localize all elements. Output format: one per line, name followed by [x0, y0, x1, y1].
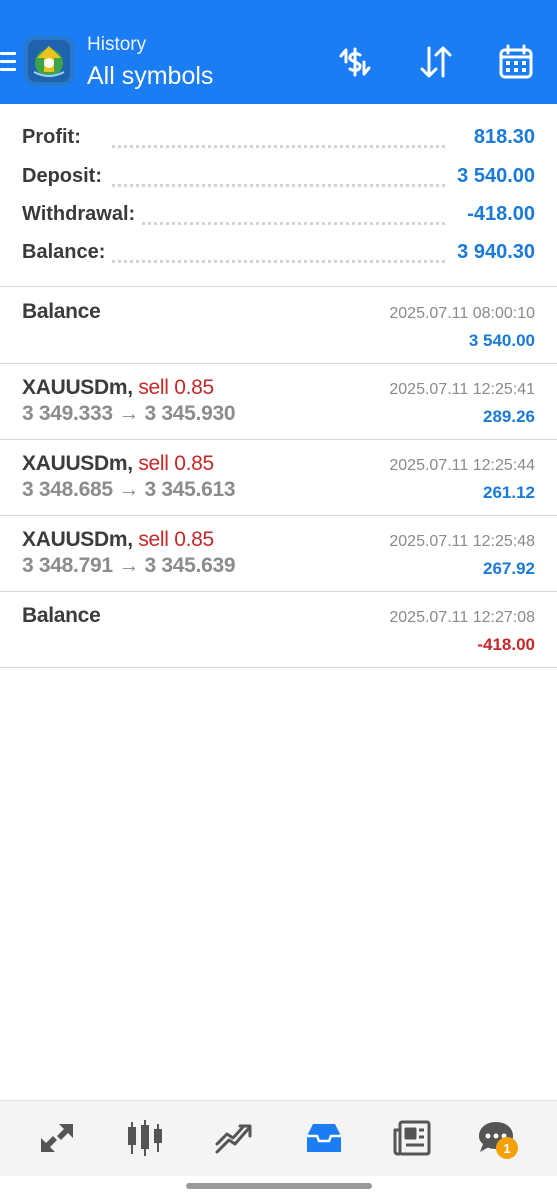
entry-amount: 261.12 — [483, 483, 535, 502]
entry-title: XAUUSDm, sell 0.85 — [22, 376, 214, 400]
dotted-leader — [112, 145, 445, 148]
summary-label: Profit: — [22, 126, 87, 149]
entry-prices: 3 348.791 → 3 345.639 — [22, 554, 236, 577]
entry-symbol: XAUUSDm, — [22, 452, 133, 475]
summary-value: 3 540.00 — [451, 165, 535, 188]
history-icon[interactable] — [300, 1115, 348, 1161]
history-entry-balance[interactable]: Balance 2025.07.11 12:27:08 -418.00 — [0, 592, 557, 668]
chart-icon[interactable] — [121, 1115, 169, 1161]
entry-title: Balance — [22, 300, 101, 323]
summary-label: Balance: — [22, 241, 112, 264]
header-subtitle: History — [87, 34, 147, 55]
entry-side: sell 0.85 — [138, 376, 214, 399]
history-entry-trade[interactable]: XAUUSDm, sell 0.85 3 348.791 → 3 345.639… — [0, 516, 557, 592]
messages-icon[interactable]: 1 — [472, 1115, 520, 1161]
entry-prices: 3 348.685 → 3 345.613 — [22, 478, 236, 501]
header-title[interactable]: All symbols — [87, 62, 213, 91]
history-summary: Profit: 818.30 Deposit: 3 540.00 Withdra… — [0, 104, 557, 287]
summary-withdrawal-row: Withdrawal: -418.00 — [22, 203, 535, 233]
calendar-icon[interactable] — [494, 40, 538, 84]
summary-value: 818.30 — [467, 126, 535, 149]
summary-value: 3 940.30 — [451, 241, 535, 264]
dotted-leader — [112, 260, 445, 263]
entry-time: 2025.07.11 12:27:08 — [389, 609, 535, 626]
app-header: History All symbols — [0, 0, 557, 104]
entry-amount: 267.92 — [483, 559, 535, 578]
entry-symbol: XAUUSDm, — [22, 528, 133, 551]
news-icon[interactable] — [388, 1115, 436, 1161]
notification-badge: 1 — [496, 1137, 518, 1159]
bottom-navigation: 1 — [0, 1100, 557, 1176]
summary-deposit-row: Deposit: 3 540.00 — [22, 165, 535, 195]
entry-title: XAUUSDm, sell 0.85 — [22, 452, 214, 476]
trade-icon[interactable] — [210, 1115, 258, 1161]
entry-side: sell 0.85 — [138, 528, 214, 551]
entry-prices: 3 349.333 → 3 345.930 — [22, 402, 236, 425]
entry-title: XAUUSDm, sell 0.85 — [22, 528, 214, 552]
entry-side: sell 0.85 — [138, 452, 214, 475]
summary-value: -418.00 — [461, 203, 535, 226]
history-entry-trade[interactable]: XAUUSDm, sell 0.85 3 349.333 → 3 345.930… — [0, 364, 557, 440]
entry-amount: -418.00 — [477, 635, 535, 654]
dotted-leader — [112, 184, 445, 187]
summary-balance-row: Balance: 3 940.30 — [22, 241, 535, 271]
home-indicator — [186, 1183, 372, 1189]
entry-symbol: XAUUSDm, — [22, 376, 133, 399]
entry-time: 2025.07.11 08:00:10 — [389, 305, 535, 322]
menu-icon[interactable] — [0, 50, 18, 76]
sort-icon[interactable] — [414, 40, 458, 84]
app-logo[interactable] — [24, 36, 74, 86]
summary-label: Deposit: — [22, 165, 108, 188]
entry-time: 2025.07.11 12:25:41 — [389, 381, 535, 398]
history-entry-trade[interactable]: XAUUSDm, sell 0.85 3 348.685 → 3 345.613… — [0, 440, 557, 516]
currency-exchange-icon[interactable] — [333, 40, 377, 84]
entry-title: Balance — [22, 604, 101, 627]
summary-label: Withdrawal: — [22, 203, 142, 226]
history-entry-balance[interactable]: Balance 2025.07.11 08:00:10 3 540.00 — [0, 288, 557, 364]
dotted-leader — [112, 222, 445, 225]
summary-profit-row: Profit: 818.30 — [22, 126, 535, 156]
quotes-icon[interactable] — [33, 1115, 81, 1161]
entry-time: 2025.07.11 12:25:48 — [389, 533, 535, 550]
entry-amount: 3 540.00 — [468, 331, 535, 350]
entry-time: 2025.07.11 12:25:44 — [389, 457, 535, 474]
entry-amount: 289.26 — [483, 407, 535, 426]
